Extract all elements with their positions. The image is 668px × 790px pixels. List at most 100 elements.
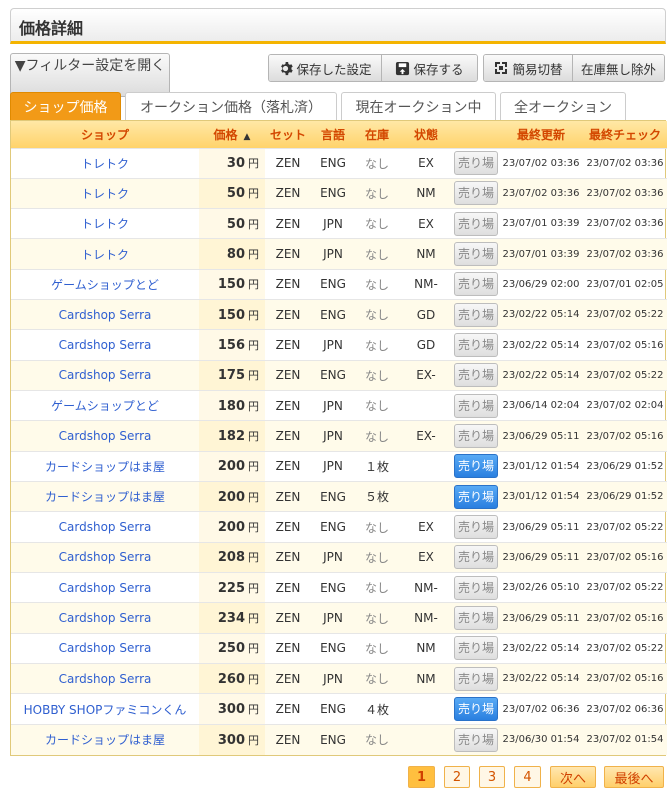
- col-lang[interactable]: 言語: [311, 121, 355, 148]
- price-value: 300: [217, 732, 245, 748]
- page-button-3[interactable]: 3: [479, 766, 505, 788]
- page-button-4[interactable]: 4: [514, 766, 541, 788]
- page-button-2[interactable]: 2: [444, 766, 470, 788]
- price-cell: 208 円: [199, 542, 265, 573]
- col-condition[interactable]: 状態: [399, 121, 453, 148]
- last-page-button[interactable]: 最後へ: [604, 766, 664, 788]
- shop-link[interactable]: Cardshop Serra: [59, 611, 152, 625]
- page-button-1[interactable]: 1: [408, 766, 435, 788]
- tab-auction-current[interactable]: 現在オークション中: [341, 92, 496, 121]
- sell-button[interactable]: 売り場: [454, 242, 498, 267]
- filter-toggle-button[interactable]: ▼フィルター設定を開く: [10, 53, 170, 97]
- sell-cell: 売り場: [453, 664, 499, 694]
- shop-link[interactable]: Cardshop Serra: [59, 641, 152, 655]
- sell-button[interactable]: 売り場: [454, 454, 498, 479]
- sell-button[interactable]: 売り場: [454, 545, 498, 570]
- shop-cell: トレトク: [11, 148, 199, 178]
- shop-link[interactable]: Cardshop Serra: [59, 672, 152, 686]
- shop-link[interactable]: トレトク: [81, 217, 129, 231]
- sell-button[interactable]: 売り場: [454, 484, 498, 509]
- table-row: トレトク 30 円 ZEN ENG なし EX 売り場 23/07/02 03:36 23/07/…: [11, 148, 667, 179]
- price-value: 182: [217, 429, 245, 445]
- exclude-no-stock-button[interactable]: 在庫無し除外: [572, 55, 664, 81]
- sell-button[interactable]: 売り場: [454, 151, 498, 176]
- sell-button[interactable]: 売り場: [454, 363, 498, 388]
- set-cell: ZEN: [275, 459, 301, 474]
- shop-link[interactable]: Cardshop Serra: [59, 368, 152, 382]
- sell-button[interactable]: 売り場: [454, 333, 498, 358]
- col-stock[interactable]: 在庫: [355, 121, 399, 148]
- shop-link[interactable]: カードショップはま屋: [45, 733, 165, 747]
- set-cell: ZEN: [275, 307, 301, 322]
- set-cell: ZEN: [275, 702, 301, 717]
- shop-link[interactable]: Cardshop Serra: [59, 429, 152, 443]
- currency-label: 円: [248, 187, 259, 201]
- stock-cell: なし: [364, 338, 389, 353]
- sell-button[interactable]: 売り場: [454, 424, 498, 449]
- shop-link[interactable]: Cardshop Serra: [59, 520, 152, 534]
- col-sell: [453, 121, 499, 148]
- shop-link[interactable]: カードショップはま屋: [45, 460, 165, 474]
- sell-button[interactable]: 売り場: [454, 393, 498, 418]
- shop-link[interactable]: カードショップはま屋: [45, 490, 165, 504]
- shop-link[interactable]: Cardshop Serra: [59, 338, 152, 352]
- updated-cell: 23/06/30 01:54: [502, 734, 580, 746]
- tab-auction-sold[interactable]: オークション価格（落札済）: [125, 92, 337, 121]
- sell-button[interactable]: 売り場: [454, 211, 498, 236]
- stock-cell: なし: [364, 368, 389, 383]
- shop-link[interactable]: HOBBY SHOPファミコンくん: [24, 703, 187, 717]
- stock-cell: ４枚: [364, 702, 389, 717]
- table-row: Cardshop Serra 234 円 ZEN JPN なし NM- 売り場 23/06/29…: [11, 602, 667, 634]
- sell-button[interactable]: 売り場: [454, 697, 498, 722]
- shop-link[interactable]: ゲームショップとど: [51, 399, 159, 413]
- sell-cell: 売り場: [453, 542, 499, 572]
- sell-button[interactable]: 売り場: [454, 666, 498, 691]
- shop-link[interactable]: Cardshop Serra: [59, 308, 152, 322]
- updated-cell: 23/02/26 05:10: [502, 582, 580, 594]
- col-set[interactable]: セット: [265, 121, 311, 148]
- saved-settings-button[interactable]: 保存した設定: [269, 55, 381, 81]
- set-cell: ZEN: [275, 156, 301, 171]
- table-row: Cardshop Serra 260 円 ZEN JPN なし NM 売り場 23/02/22 …: [11, 663, 667, 694]
- condition-cell: NM-: [414, 611, 438, 626]
- sell-button[interactable]: 売り場: [454, 302, 498, 327]
- sell-button[interactable]: 売り場: [454, 727, 498, 752]
- set-cell: ZEN: [275, 580, 301, 595]
- updated-cell: 23/06/29 05:11: [502, 430, 580, 442]
- table-row: Cardshop Serra 208 円 ZEN JPN なし EX 売り場 23/06/29 …: [11, 542, 667, 573]
- price-value: 234: [217, 611, 245, 627]
- lang-cell: JPN: [323, 398, 343, 413]
- tab-shop-price[interactable]: ショップ価格: [10, 92, 121, 127]
- sell-button[interactable]: 売り場: [454, 636, 498, 661]
- sell-button[interactable]: 売り場: [454, 272, 498, 297]
- sell-cell: 売り場: [453, 178, 499, 208]
- simple-switch-button[interactable]: 簡易切替: [484, 55, 572, 81]
- shop-link[interactable]: トレトク: [81, 248, 129, 262]
- next-page-button[interactable]: 次へ: [550, 766, 596, 788]
- tab-auction-all[interactable]: 全オークション: [500, 92, 626, 121]
- col-price[interactable]: 価格 ▲: [199, 121, 265, 148]
- table-row: Cardshop Serra 175 円 ZEN ENG なし EX- 売り場 23/02/22…: [11, 360, 667, 391]
- lang-cell: JPN: [323, 338, 343, 353]
- stock-cell: なし: [364, 550, 389, 565]
- checked-cell: 23/07/02 06:36: [586, 703, 664, 715]
- shop-link[interactable]: Cardshop Serra: [59, 581, 152, 595]
- shop-link[interactable]: トレトク: [81, 187, 129, 201]
- updated-cell: 23/02/22 05:14: [502, 309, 580, 321]
- save-button[interactable]: 保存する: [381, 55, 477, 81]
- sell-button[interactable]: 売り場: [454, 606, 498, 631]
- shop-link[interactable]: トレトク: [81, 157, 129, 171]
- sell-button[interactable]: 売り場: [454, 515, 498, 540]
- col-shop[interactable]: ショップ: [11, 121, 199, 148]
- col-updated[interactable]: 最終更新: [499, 121, 583, 148]
- sell-cell: 売り場: [453, 300, 499, 330]
- sell-button[interactable]: 売り場: [454, 181, 498, 206]
- shop-link[interactable]: ゲームショップとど: [51, 278, 159, 292]
- price-value: 200: [217, 520, 245, 536]
- updated-cell: 23/07/02 03:36: [502, 157, 580, 169]
- col-checked[interactable]: 最終チェック: [583, 121, 667, 148]
- price-value: 150: [217, 277, 245, 293]
- shop-link[interactable]: Cardshop Serra: [59, 550, 152, 564]
- sell-button[interactable]: 売り場: [454, 575, 498, 600]
- price-cell: 182 円: [199, 420, 265, 452]
